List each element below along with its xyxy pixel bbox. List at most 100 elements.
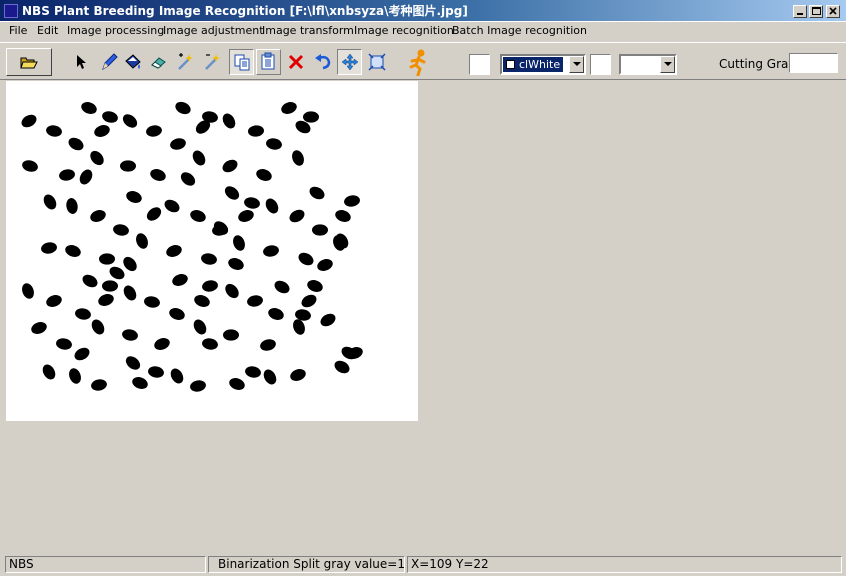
seed-shape	[247, 295, 263, 307]
fit-window-button[interactable]	[364, 49, 389, 75]
seed-shape	[292, 150, 304, 166]
seed-shape	[201, 253, 217, 265]
seed-shape	[59, 169, 75, 181]
seed-shape	[126, 191, 142, 203]
seed-shape	[233, 235, 245, 251]
menu-image-processing[interactable]: Image processing	[67, 24, 164, 37]
seed-shape	[102, 111, 118, 123]
seed-shape	[169, 308, 185, 320]
seed-shape	[238, 210, 254, 222]
pencil-tool-button[interactable]	[96, 49, 121, 75]
seed-shape	[229, 378, 245, 390]
seed-shape	[154, 338, 170, 350]
seed-shape	[263, 245, 279, 257]
maximize-button[interactable]	[809, 5, 823, 18]
seed-shape	[192, 150, 206, 166]
fill-bucket-icon	[124, 54, 141, 69]
seed-shape	[102, 280, 118, 292]
seed-shape	[150, 169, 166, 181]
seed-shape	[122, 114, 138, 128]
pencil-icon	[101, 53, 118, 71]
seed-shape	[190, 380, 206, 392]
seed-shape	[90, 210, 106, 222]
cutting-gray-input[interactable]	[789, 53, 838, 73]
magic-wand-plus-icon	[177, 53, 193, 70]
title-bar: NBS Plant Breeding Image Recognition [F:…	[0, 0, 846, 22]
line-width-combo[interactable]	[619, 54, 677, 75]
seed-shape	[290, 369, 306, 381]
seed-shape	[194, 295, 210, 307]
delete-button[interactable]	[283, 49, 308, 75]
move-button[interactable]	[337, 49, 362, 75]
chevron-down-icon	[572, 62, 581, 66]
add-region-button[interactable]	[172, 49, 197, 75]
seed-shape	[224, 186, 240, 200]
select-tool-button[interactable]	[68, 49, 93, 75]
seed-shape	[94, 125, 110, 137]
seed-shape	[202, 280, 218, 292]
color-preview-box[interactable]	[469, 54, 490, 75]
seed-shape	[65, 245, 81, 257]
seed-shape	[43, 194, 57, 210]
seed-shape	[281, 102, 297, 114]
color-combo-dropdown-arrow[interactable]	[569, 56, 584, 73]
minimize-button[interactable]	[793, 5, 807, 18]
seed-shape	[344, 195, 360, 207]
seed-shape	[113, 224, 129, 236]
seed-shape	[66, 198, 78, 214]
seed-shape	[180, 172, 196, 186]
seed-shape	[256, 169, 272, 181]
fill-tool-button[interactable]	[120, 49, 145, 75]
seed-shape	[301, 294, 317, 308]
second-color-box[interactable]	[590, 54, 611, 75]
seed-shape	[263, 369, 277, 385]
fit-to-window-icon	[367, 53, 386, 71]
seed-shape	[266, 138, 282, 150]
seed-shape	[122, 329, 138, 341]
move-icon	[341, 53, 358, 71]
paste-icon	[261, 52, 274, 70]
seed-shape	[136, 233, 148, 249]
workspace	[4, 81, 846, 553]
image-canvas[interactable]	[6, 81, 418, 421]
seed-shape	[82, 274, 98, 288]
chevron-down-icon	[663, 62, 672, 66]
seed-shape	[79, 169, 93, 185]
app-icon	[4, 4, 18, 18]
seed-shape	[170, 368, 184, 384]
seed-shape	[74, 347, 90, 361]
seed-shape	[309, 186, 325, 200]
seed-shape	[120, 160, 136, 172]
menu-image-transform[interactable]: Image transform	[262, 24, 354, 37]
seed-shape	[21, 114, 37, 128]
seed-shape	[312, 224, 328, 236]
undo-button[interactable]	[310, 49, 335, 75]
open-button[interactable]	[6, 48, 52, 76]
seed-shape	[268, 308, 284, 320]
seed-shape	[172, 274, 188, 286]
menu-image-adjustment[interactable]: Image adjustment	[163, 24, 264, 37]
seed-shape	[91, 379, 107, 391]
seed-shape	[46, 295, 62, 307]
paste-button[interactable]	[256, 49, 281, 75]
seed-shape	[42, 364, 56, 380]
menu-batch-image-recognition[interactable]: Batch Image recognition	[452, 24, 587, 37]
seed-shape	[225, 283, 239, 299]
remove-region-button[interactable]	[199, 49, 224, 75]
status-panel-app: NBS	[5, 556, 206, 573]
close-window-button[interactable]	[826, 5, 840, 18]
copy-button[interactable]	[229, 49, 254, 75]
seed-shape	[170, 138, 186, 150]
seed-shape	[202, 338, 218, 350]
seed-shape	[90, 150, 104, 166]
seed-shape	[144, 296, 160, 308]
line-width-dropdown-arrow[interactable]	[660, 56, 675, 73]
color-combo-value: clWhite	[519, 58, 561, 71]
run-button[interactable]	[404, 49, 434, 76]
menu-image-recognition[interactable]: Image recognition	[354, 24, 454, 37]
color-combo-selected: clWhite	[503, 57, 564, 72]
menu-file[interactable]: File	[9, 24, 27, 37]
menu-edit[interactable]: Edit	[37, 24, 58, 37]
color-combo[interactable]: clWhite	[500, 54, 586, 75]
eraser-tool-button[interactable]	[146, 49, 171, 75]
